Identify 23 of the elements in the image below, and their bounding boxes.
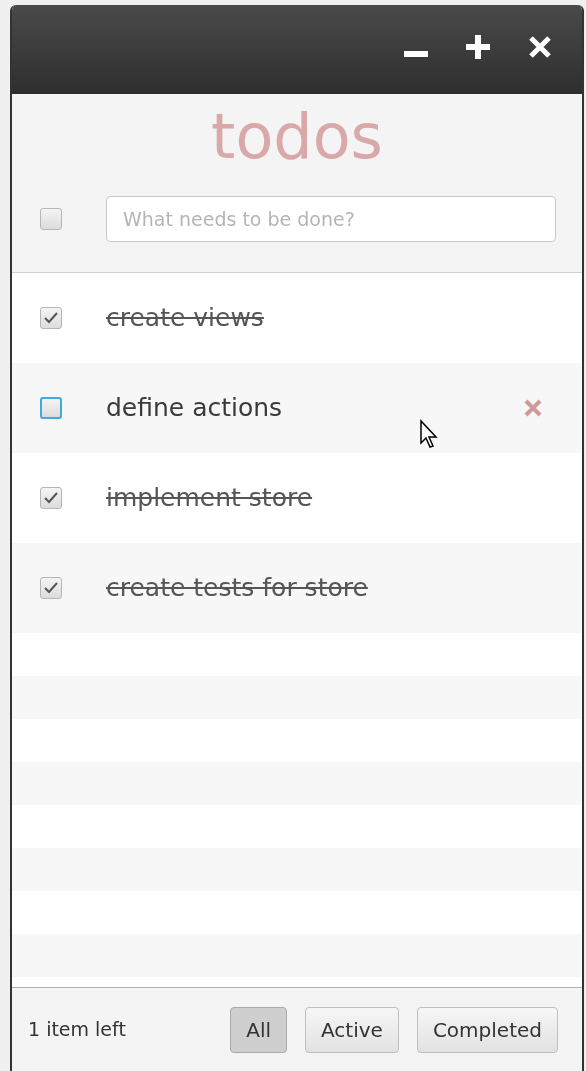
filter-button[interactable]: All (230, 1006, 288, 1053)
todo-text: implement store (106, 482, 314, 515)
checkmark-icon (44, 492, 58, 504)
checkmark-icon (44, 312, 58, 324)
filter-button[interactable]: Active (305, 1006, 399, 1053)
checkbox[interactable] (40, 307, 62, 329)
todo-row[interactable]: implement store (12, 453, 582, 543)
plus-icon[interactable] (466, 34, 490, 59)
todo-row[interactable]: create views (12, 273, 582, 363)
checkbox[interactable] (40, 208, 62, 230)
new-todo-field[interactable]: What needs to be done? (106, 196, 556, 242)
items-left-count: 1 item left (28, 1017, 126, 1043)
filter-button[interactable]: Completed (416, 1006, 558, 1053)
todo-text: create views (106, 302, 265, 335)
app-title: todos (211, 106, 383, 168)
checkbox[interactable] (40, 577, 62, 599)
checkmark-icon (44, 582, 58, 594)
minimize-icon[interactable] (404, 50, 428, 57)
checkbox[interactable] (40, 487, 62, 509)
todo-text: define actions (106, 392, 284, 425)
checkbox[interactable] (40, 397, 62, 419)
todo-text: create tests for store (106, 572, 369, 605)
close-icon[interactable] (528, 34, 552, 59)
